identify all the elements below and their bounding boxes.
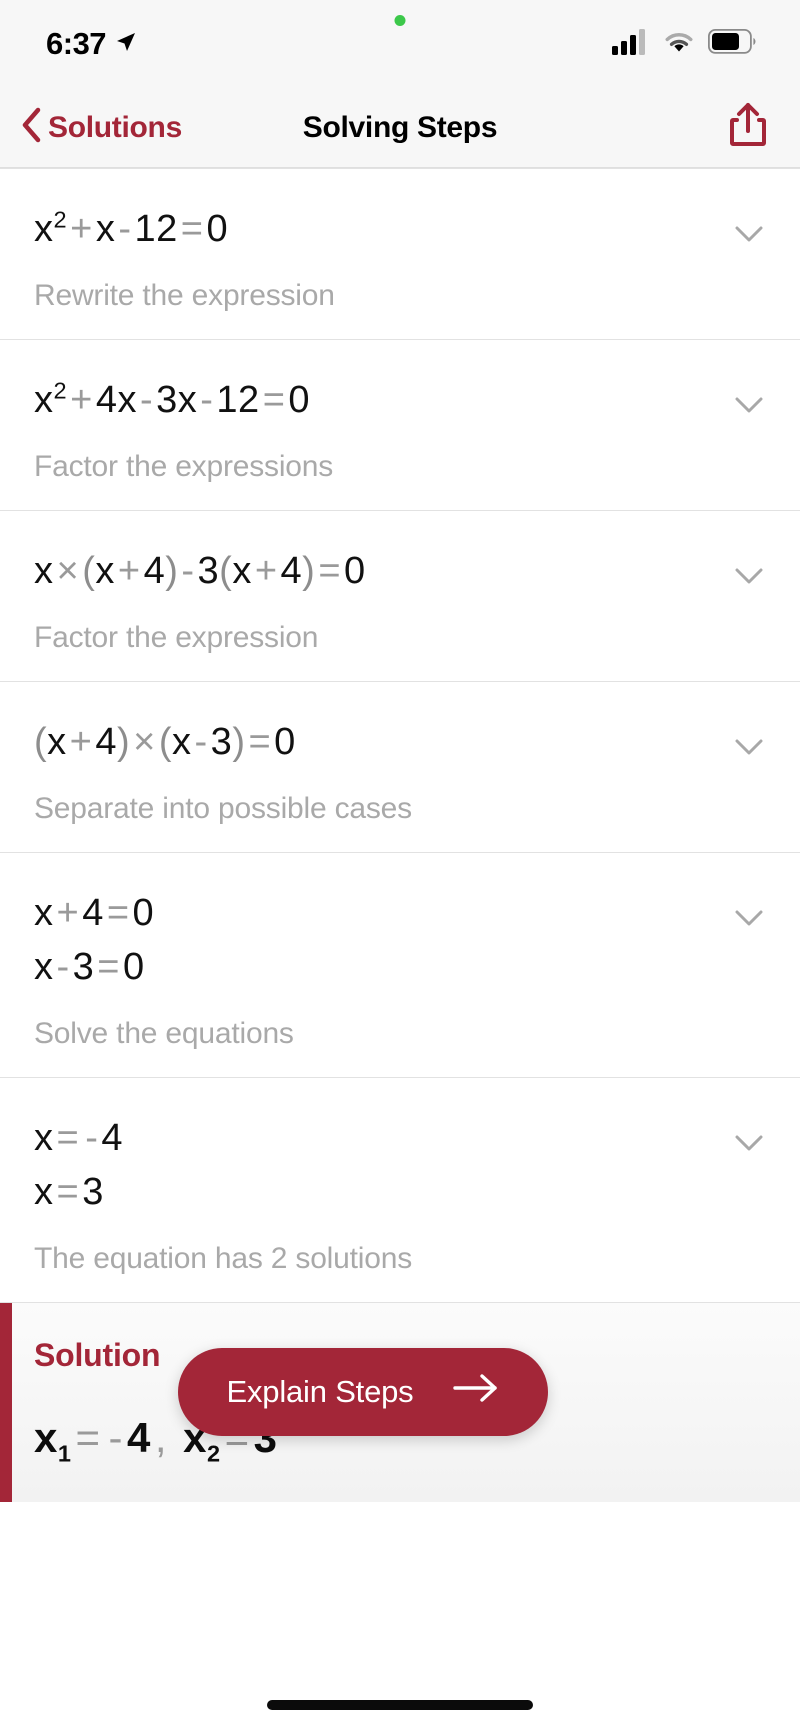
step-expression: x2+4x-3x-12=0 bbox=[34, 377, 311, 421]
step-expression: x×(x+4)-3(x+4)=0 bbox=[34, 549, 366, 592]
step-row[interactable]: x2+x-12=0 Rewrite the expression bbox=[0, 168, 800, 339]
step-expression: x=3 bbox=[34, 1170, 104, 1213]
step-row[interactable]: x+4=0 x-3=0 Solve the equations bbox=[0, 851, 800, 1077]
solving-steps-list: x2+x-12=0 Rewrite the expression x2+4x-3… bbox=[0, 168, 800, 1502]
step-row[interactable]: x= -4 x=3 The equation has 2 solutions bbox=[0, 1076, 800, 1302]
navigation-bar: Solutions Solving Steps bbox=[0, 88, 800, 168]
step-description: Rewrite the expression bbox=[34, 278, 335, 312]
step-expression: x-3=0 bbox=[34, 945, 145, 988]
step-row[interactable]: x2+4x-3x-12=0 Factor the expressions bbox=[0, 338, 800, 510]
solution-accent-bar bbox=[0, 1302, 12, 1502]
app-screen: 6:37 Solutions Solving Steps x2+x-12=0 R… bbox=[0, 0, 800, 1732]
location-arrow-icon bbox=[114, 30, 138, 59]
step-expression: x= -4 bbox=[34, 1116, 123, 1159]
step-description: The equation has 2 solutions bbox=[34, 1241, 412, 1275]
chevron-down-icon[interactable] bbox=[732, 388, 766, 422]
back-button-label: Solutions bbox=[48, 110, 182, 144]
chevron-down-icon[interactable] bbox=[732, 559, 766, 593]
explain-steps-label: Explain Steps bbox=[226, 1374, 414, 1409]
status-bar-time: 6:37 bbox=[46, 26, 107, 61]
battery-icon bbox=[707, 28, 756, 59]
share-button[interactable] bbox=[728, 101, 768, 154]
step-description: Factor the expression bbox=[34, 620, 319, 654]
step-row[interactable]: (x+4)×(x-3)=0 Separate into possible cas… bbox=[0, 680, 800, 852]
chevron-left-icon bbox=[20, 107, 42, 148]
step-expression: x2+x-12=0 bbox=[34, 206, 229, 250]
step-expression: x+4=0 bbox=[34, 891, 155, 934]
explain-steps-button[interactable]: Explain Steps bbox=[178, 1348, 548, 1436]
back-button[interactable]: Solutions bbox=[20, 107, 182, 148]
step-description: Separate into possible cases bbox=[34, 791, 412, 825]
share-icon bbox=[728, 101, 768, 154]
step-description: Solve the equations bbox=[34, 1016, 294, 1050]
step-expression: (x+4)×(x-3)=0 bbox=[34, 720, 296, 763]
step-row[interactable]: x×(x+4)-3(x+4)=0 Factor the expression bbox=[0, 509, 800, 681]
home-indicator bbox=[267, 1700, 533, 1710]
status-bar-left: 6:37 bbox=[46, 26, 138, 62]
cellular-signal-icon bbox=[612, 28, 650, 60]
arrow-right-icon bbox=[453, 1373, 499, 1411]
status-bar-right bbox=[612, 28, 756, 60]
chevron-down-icon[interactable] bbox=[732, 901, 766, 935]
chevron-down-icon[interactable] bbox=[732, 1126, 766, 1160]
step-description: Factor the expressions bbox=[34, 449, 334, 483]
green-recording-dot bbox=[394, 15, 406, 26]
status-bar: 6:37 bbox=[0, 0, 800, 88]
wifi-icon bbox=[662, 29, 696, 60]
chevron-down-icon[interactable] bbox=[732, 217, 766, 251]
chevron-down-icon[interactable] bbox=[732, 730, 766, 764]
